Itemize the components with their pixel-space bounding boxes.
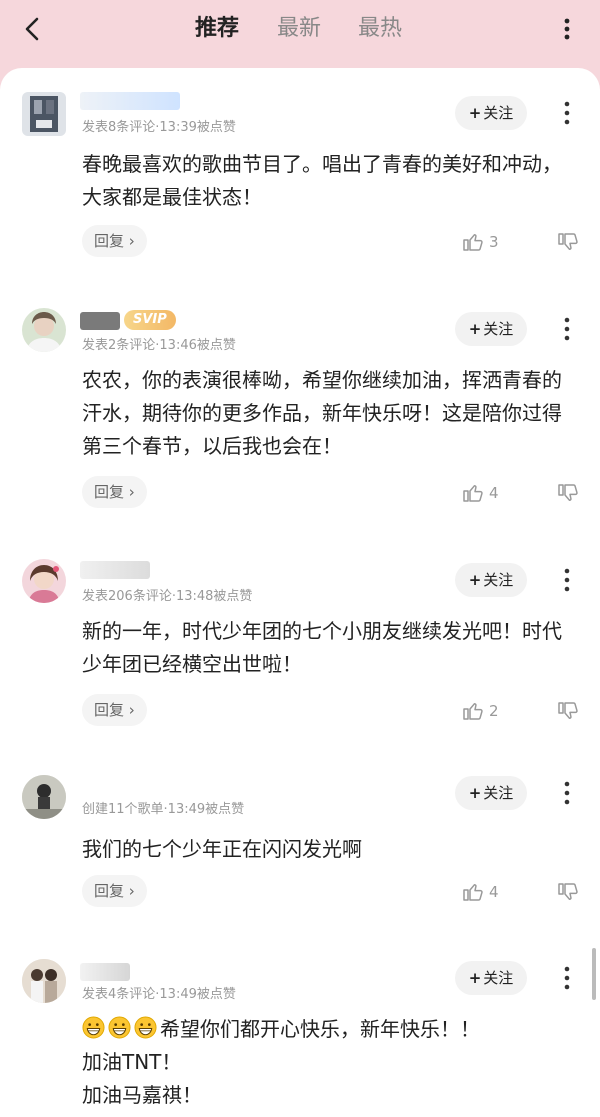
grinning-emoji-icon: [108, 1016, 131, 1039]
thumb-up-icon: [463, 233, 483, 251]
more-vertical-icon[interactable]: [557, 14, 577, 44]
more-vertical-icon[interactable]: [560, 780, 574, 806]
avatar[interactable]: [22, 308, 66, 352]
comment-item: 发表206条评论·13:48被点赞 + 关注 新的一年，时代少年团的七个小朋友继续…: [0, 543, 600, 753]
comment-item: 发表4条评论·13:49被点赞 + 关注 希望你们都开心快乐，新年快乐！！ 加油T…: [0, 933, 600, 1117]
username-blurred[interactable]: [80, 561, 150, 579]
comment-line-text: 希望你们都开心快乐，新年快乐！！: [160, 1017, 480, 1041]
follow-button[interactable]: + 关注: [455, 776, 527, 810]
like-button[interactable]: 2: [461, 699, 505, 723]
avatar[interactable]: [22, 775, 66, 819]
comment-meta: 发表4条评论·13:49被点赞: [82, 987, 236, 1002]
like-count: 3: [489, 233, 499, 251]
top-bar: 推荐 最新 最热: [0, 0, 600, 68]
username-blurred[interactable]: [80, 92, 180, 110]
more-vertical-icon[interactable]: [560, 965, 574, 991]
avatar[interactable]: [22, 92, 66, 136]
comment-item: SVIP 发表2条评论·13:46被点赞 + 关注 农农，你的表演很棒呦，希望你继…: [0, 298, 600, 543]
comment-text: 农农，你的表演很棒呦，希望你继续加油，挥洒青春的汗水，期待你的更多作品，新年快乐…: [82, 368, 562, 458]
thumb-up-icon: [463, 883, 483, 901]
comment-text: 春晚最喜欢的歌曲节目了。唱出了青春的美好和冲动，大家都是最佳状态！: [82, 152, 562, 209]
reply-button[interactable]: 回复 ›: [82, 875, 147, 907]
scrollbar[interactable]: [592, 948, 596, 1000]
thumb-up-icon: [463, 484, 483, 502]
follow-button[interactable]: + 关注: [455, 312, 527, 346]
tab-recommended[interactable]: 推荐: [195, 14, 239, 44]
thumb-up-icon: [463, 702, 483, 720]
follow-button[interactable]: + 关注: [455, 563, 527, 597]
tab-hottest[interactable]: 最热: [358, 14, 402, 44]
comment-meta: 发表2条评论·13:46被点赞: [82, 338, 236, 353]
username-blurred[interactable]: [80, 312, 120, 330]
comment-line: 希望你们都开心快乐，新年快乐！！: [82, 1013, 572, 1046]
svip-badge: SVIP: [124, 310, 176, 330]
tab-latest[interactable]: 最新: [277, 14, 321, 44]
sort-tabs: 推荐 最新 最热: [0, 14, 600, 44]
reply-button[interactable]: 回复 ›: [82, 225, 147, 257]
more-vertical-icon[interactable]: [560, 316, 574, 342]
comment-text: 我们的七个少年正在闪闪发光啊: [82, 837, 362, 861]
follow-button[interactable]: + 关注: [455, 961, 527, 995]
comment-list[interactable]: 发表8条评论·13:39被点赞 + 关注 春晚最喜欢的歌曲节目了。唱出了青春的美好…: [0, 68, 600, 1117]
like-button[interactable]: 4: [461, 481, 505, 505]
more-vertical-icon[interactable]: [560, 100, 574, 126]
username-blurred[interactable]: [80, 963, 130, 981]
avatar[interactable]: [22, 959, 66, 1003]
comment-item: 发表8条评论·13:39被点赞 + 关注 春晚最喜欢的歌曲节目了。唱出了青春的美好…: [0, 68, 600, 298]
like-button[interactable]: 4: [461, 880, 505, 904]
more-vertical-icon[interactable]: [560, 567, 574, 593]
reply-button[interactable]: 回复 ›: [82, 694, 147, 726]
like-count: 4: [489, 883, 499, 901]
grinning-emoji-icon: [134, 1016, 157, 1039]
comment-meta: 创建11个歌单·13:49被点赞: [82, 802, 245, 817]
comment-text: 新的一年，时代少年团的七个小朋友继续发光吧！时代少年团已经横空出世啦！: [82, 619, 562, 676]
thumb-down-icon[interactable]: [556, 230, 580, 254]
comment-line: 加油马嘉祺！: [82, 1083, 202, 1107]
like-count: 4: [489, 484, 499, 502]
like-count: 2: [489, 702, 499, 720]
like-button[interactable]: 3: [461, 230, 505, 254]
thumb-down-icon[interactable]: [556, 699, 580, 723]
comment-meta: 发表206条评论·13:48被点赞: [82, 589, 253, 604]
thumb-down-icon[interactable]: [556, 481, 580, 505]
comment-item: 创建11个歌单·13:49被点赞 + 关注 我们的七个少年正在闪闪发光啊 回复 ›…: [0, 753, 600, 933]
comment-meta: 发表8条评论·13:39被点赞: [82, 120, 236, 135]
thumb-down-icon[interactable]: [556, 880, 580, 904]
avatar[interactable]: [22, 559, 66, 603]
comment-line: 加油TNT！: [82, 1050, 182, 1074]
comment-text: 希望你们都开心快乐，新年快乐！！ 加油TNT！ 加油马嘉祺！: [82, 1013, 572, 1112]
follow-button[interactable]: + 关注: [455, 96, 527, 130]
reply-button[interactable]: 回复 ›: [82, 476, 147, 508]
grinning-emoji-icon: [82, 1016, 105, 1039]
